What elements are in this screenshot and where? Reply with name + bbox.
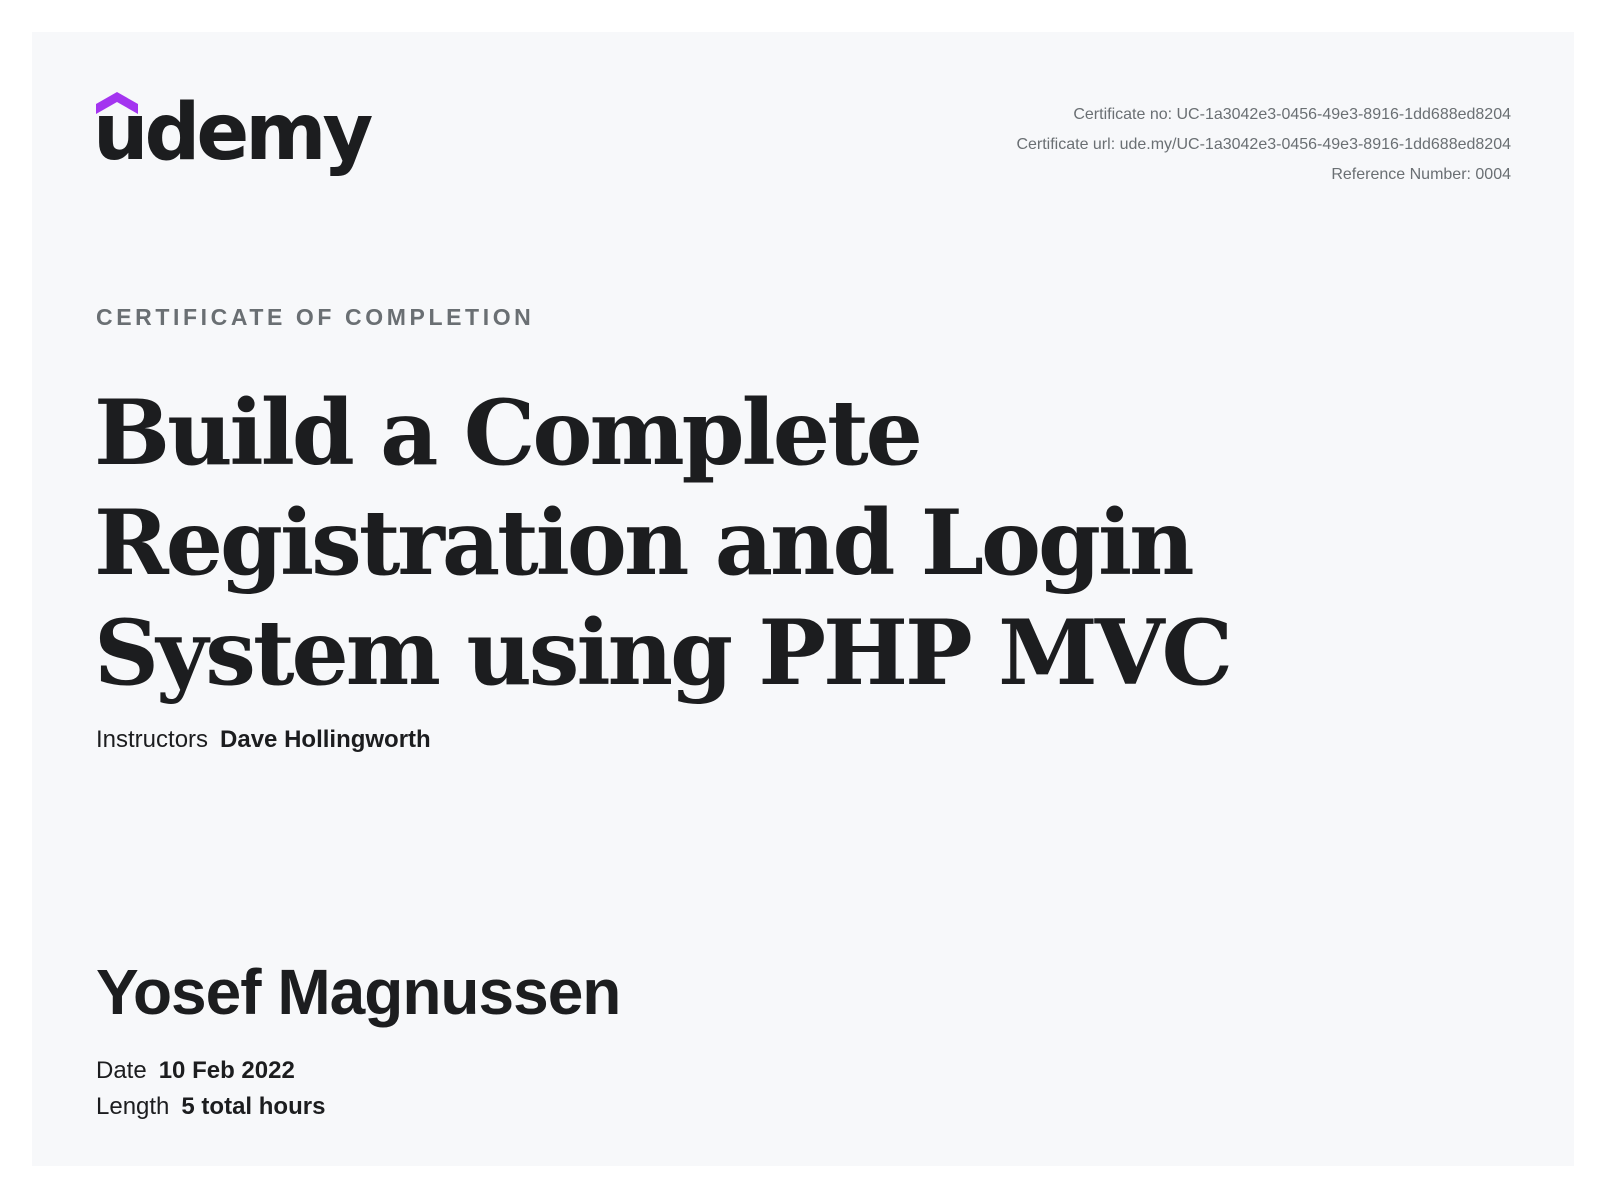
certificate-number: Certificate no: UC-1a3042e3-0456-49e3-89…	[1073, 106, 1511, 123]
length-row: Length 5 total hours	[96, 1093, 325, 1121]
length-label: Length	[96, 1093, 170, 1120]
length-value: 5 total hours	[181, 1093, 326, 1120]
certificate-card: udemy Certificate no: UC-1a3042e3-0456-4…	[32, 32, 1574, 1166]
certificate-heading: CERTIFICATE OF COMPLETION	[96, 304, 535, 330]
certificate-meta: Certificate no: UC-1a3042e3-0456-49e3-89…	[1016, 100, 1511, 190]
instructors-row: Instructors Dave Hollingworth	[96, 726, 431, 754]
instructors-label: Instructors	[96, 726, 209, 753]
udemy-logo: udemy	[93, 88, 373, 202]
reference-number: Reference Number: 0004	[1331, 166, 1511, 183]
certificate-url: Certificate url: ude.my/UC-1a3042e3-0456…	[1016, 136, 1511, 153]
date-row: Date 10 Feb 2022	[96, 1057, 295, 1085]
date-label: Date	[96, 1057, 147, 1084]
student-name: Yosef Magnussen	[96, 956, 621, 1028]
course-title: Build a Complete Registration and Login …	[94, 380, 1233, 706]
instructor-name: Dave Hollingworth	[220, 726, 431, 753]
certificate-page: udemy Certificate no: UC-1a3042e3-0456-4…	[0, 0, 1600, 1190]
date-value: 10 Feb 2022	[158, 1057, 295, 1084]
udemy-logo-wordmark: udemy	[93, 88, 373, 178]
